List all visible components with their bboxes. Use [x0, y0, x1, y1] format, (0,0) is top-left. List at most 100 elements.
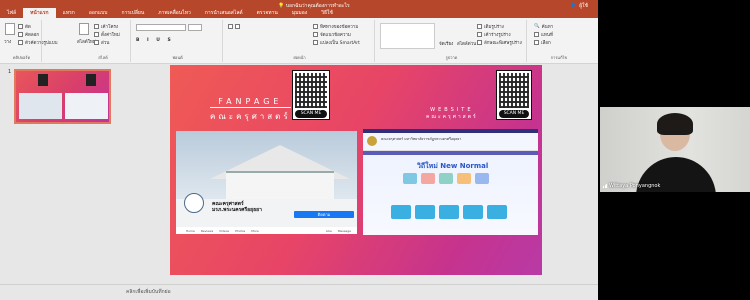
web-logo: [367, 136, 377, 146]
slide-canvas[interactable]: FANPAGE คณะครุศาสตร์ WEBSITE คณะครุศาสตร…: [170, 65, 542, 275]
smartart-label: แปลงเป็น SmartArt: [320, 41, 360, 46]
slides-group: สไลด์ใหม่ เค้าโครง ตั้งค่าใหม่ ส่วน สไลด…: [76, 20, 131, 62]
text-direction-icon: [313, 24, 318, 29]
tab-6[interactable]: การนำเสนอสไลด์: [198, 8, 250, 18]
thumbnail-number: 1: [8, 69, 12, 75]
font-format-buttons[interactable]: B I U S: [136, 38, 174, 43]
tell-me-text: บอกฉันว่าคุณต้องการทำอะไร: [285, 3, 350, 9]
layout-label: เค้าโครง: [101, 25, 119, 30]
smartart-icon: [313, 40, 318, 45]
user-account[interactable]: 👤 ผู้ใช้: [570, 2, 588, 10]
fb-name-line2: มรภ.พระนครศรีอยุธยา: [212, 207, 262, 213]
tab-0[interactable]: ไฟล์: [0, 8, 23, 18]
new-slide-icon[interactable]: [79, 23, 89, 35]
text-direction-button[interactable]: ทิศทางของข้อความ: [313, 23, 358, 30]
scan-me-label: SCAN ME: [295, 110, 327, 118]
shapes-gallery[interactable]: [380, 23, 435, 49]
cut-button[interactable]: ตัด: [18, 23, 31, 30]
person-hair: [657, 113, 693, 135]
font-size-box[interactable]: [188, 24, 202, 31]
tab-1[interactable]: หน้าแรก: [23, 8, 56, 18]
paragraph-group-label: ย่อหน้า: [293, 55, 306, 60]
paragraph-group: ทิศทางของข้อความ จัดแนวข้อความ แปลงเป็น …: [225, 20, 375, 62]
new-slide-label: สไลด์ใหม่: [77, 40, 96, 45]
webcam-video: Wittaya Ponyangnok: [600, 107, 750, 192]
notes-placeholder[interactable]: คลิกเพื่อเพิ่มบันทึกย่อ: [126, 288, 171, 296]
banner-tile: [391, 205, 411, 219]
reset-button[interactable]: ตั้งค่าใหม่: [94, 31, 120, 38]
scan-me-label: SCAN ME: [499, 110, 529, 118]
user-name: ผู้ใช้: [579, 3, 588, 9]
find-button[interactable]: 🔍 ค้นหา: [534, 23, 553, 30]
copy-button[interactable]: คัดลอก: [18, 31, 39, 38]
paste-label: วาง: [4, 40, 12, 45]
qr-pattern: [499, 73, 529, 108]
participant-label: Wittaya Ponyangnok: [603, 183, 660, 189]
signal-bars-icon: [603, 184, 607, 188]
shape-effects-label: ลักษณะพิเศษรูปร่าง: [484, 41, 522, 46]
font-name-box[interactable]: [136, 24, 186, 31]
layout-button[interactable]: เค้าโครง: [94, 23, 118, 30]
replace-label: แทนที่: [541, 33, 553, 38]
fanpage-screenshot: คณะครุศาสตร์ มรภ.พระนครศรีอยุธยา ติดตาม H…: [176, 131, 357, 234]
arrange-label: จัดเรียง: [439, 42, 454, 47]
banner-tile: [463, 205, 483, 219]
slide-thumbnail-1[interactable]: [14, 69, 111, 124]
thumb-qr-left: [38, 74, 48, 86]
paste-icon[interactable]: [5, 23, 15, 35]
notes-bar: คลิกเพื่อเพิ่มบันทึกย่อ: [0, 284, 598, 300]
arrange-button[interactable]: จัดเรียง: [439, 40, 453, 47]
fb-like: Like: [325, 228, 332, 233]
editing-group-label: การแก้ไข: [550, 55, 568, 60]
select-button[interactable]: เลือก: [534, 39, 551, 46]
replace-icon: [534, 32, 539, 37]
select-icon: [534, 40, 539, 45]
fb-page-name: คณะครุศาสตร์ มรภ.พระนครศรีอยุธยา: [212, 201, 262, 213]
slides-group-label: สไลด์: [98, 55, 108, 60]
shape-effects-button[interactable]: ลักษณะพิเศษรูปร่าง: [477, 39, 522, 46]
format-painter-button[interactable]: ตัวคัดวางรูปแบบ: [18, 39, 58, 46]
fb-nav: Home Reviews Videos Photos More Like Mes…: [176, 227, 357, 234]
user-icon: 👤: [570, 3, 577, 9]
align-text-button[interactable]: จัดแนวข้อความ: [313, 31, 351, 38]
shape-fill-button[interactable]: เติมรูปร่าง: [477, 23, 504, 30]
fb-message: Message: [337, 228, 351, 233]
clipboard-group: วาง ตัด คัดลอก ตัวคัดวางรูปแบบ คลิปบอร์ด: [2, 20, 58, 62]
section-icon: [94, 40, 99, 45]
search-icon: 🔍: [534, 24, 540, 29]
tab-4[interactable]: การเปลี่ยน: [114, 8, 151, 18]
reset-icon: [94, 32, 99, 37]
thumb-qr-right: [86, 74, 96, 86]
shape-fill-label: เติมรูปร่าง: [484, 25, 504, 30]
drawing-group: จัดเรียง สไตล์ด่วน เติมรูปร่าง เค้าร่างร…: [377, 20, 527, 62]
building: [226, 171, 334, 199]
banner-tile: [439, 173, 453, 184]
fb-nav-more: More: [251, 228, 259, 233]
fb-follow-button: ติดตาม: [294, 211, 354, 218]
banner-tile: [439, 205, 459, 219]
font-group-label: ฟอนต์: [172, 55, 183, 60]
shape-outline-button[interactable]: เค้าร่างรูปร่าง: [477, 31, 511, 38]
tab-2[interactable]: แทรก: [56, 8, 82, 18]
tab-5[interactable]: ภาพเคลื่อนไหว: [151, 8, 198, 18]
smartart-button[interactable]: แปลงเป็น SmartArt: [313, 39, 360, 46]
web-header: คณะครุศาสตร์ มหาวิทยาลัยราชภัฏพระนครศรีอ…: [363, 133, 538, 151]
outline-icon: [477, 32, 482, 37]
website-subtitle: คณะครุศาสตร์: [426, 114, 478, 120]
quick-styles-button[interactable]: สไตล์ด่วน: [457, 40, 476, 47]
section-button[interactable]: ส่วน: [94, 39, 109, 46]
website-qr-code: SCAN ME: [496, 70, 532, 120]
font-group: B I U S ฟอนต์: [133, 20, 223, 62]
replace-button[interactable]: แทนที่: [534, 31, 553, 38]
banner-tile: [487, 205, 507, 219]
paste-button[interactable]: วาง: [4, 38, 11, 45]
tell-me-search[interactable]: 💡 บอกฉันว่าคุณต้องการทำอะไร: [278, 2, 350, 10]
reset-label: ตั้งค่าใหม่: [101, 33, 120, 38]
ribbon: วาง ตัด คัดลอก ตัวคัดวางรูปแบบ คลิปบอร์ด…: [0, 18, 598, 64]
bullets-button[interactable]: [228, 24, 240, 29]
fill-icon: [477, 24, 482, 29]
tab-3[interactable]: ออกแบบ: [82, 8, 115, 18]
fb-nav-home: Home: [186, 228, 195, 233]
copy-label: คัดลอก: [25, 33, 40, 38]
new-slide-button[interactable]: สไลด์ใหม่: [77, 38, 96, 45]
